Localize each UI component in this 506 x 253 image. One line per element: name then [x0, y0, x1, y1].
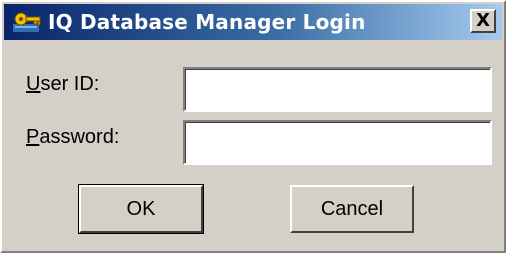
close-button[interactable]: X — [470, 9, 496, 33]
cancel-button-label: Cancel — [320, 197, 384, 220]
password-label: Password: — [26, 126, 119, 149]
user-id-label-accelerator: U — [26, 73, 41, 95]
title-bar[interactable]: IQ Database Manager Login X — [4, 4, 502, 40]
password-label-accelerator: P — [26, 126, 40, 148]
password-label-text: assword: — [39, 126, 120, 148]
user-id-field[interactable] — [183, 67, 492, 112]
key-icon — [10, 8, 44, 36]
close-icon: X — [476, 10, 490, 31]
ok-button-label: OK — [126, 197, 156, 220]
cancel-button[interactable]: Cancel — [290, 185, 414, 233]
login-dialog: IQ Database Manager Login X User ID: Pas… — [0, 0, 506, 253]
ok-button[interactable]: OK — [78, 184, 204, 234]
window-title: IQ Database Manager Login — [48, 10, 366, 34]
password-field[interactable] — [183, 120, 492, 165]
user-id-label: User ID: — [26, 73, 99, 96]
user-id-label-text: ser ID: — [40, 73, 100, 95]
